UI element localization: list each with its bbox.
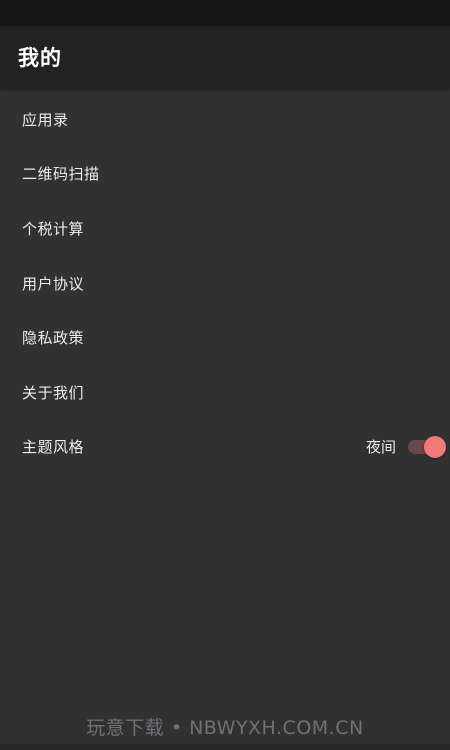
watermark: 玩意下载 • NBWYXH.COM.CN (86, 717, 364, 739)
menu-item-user-agreement[interactable]: 用户协议 (0, 256, 450, 311)
status-bar (0, 0, 450, 26)
night-mode-toggle[interactable] (408, 435, 446, 459)
menu-item-label: 用户协议 (22, 274, 85, 293)
menu-item-theme-style[interactable]: 主题风格 夜间 (0, 420, 450, 475)
menu-item-label: 二维码扫描 (22, 165, 100, 184)
toggle-thumb (424, 435, 446, 458)
menu-item-app-directory[interactable]: 应用录 (0, 92, 450, 147)
menu-item-label: 应用录 (22, 110, 69, 129)
menu-item-label: 隐私政策 (22, 329, 85, 348)
menu-item-tax-calculator[interactable]: 个税计算 (0, 201, 450, 256)
menu-item-label: 关于我们 (22, 383, 85, 402)
theme-mode-label: 夜间 (365, 438, 396, 457)
settings-menu-list: 应用录 二维码扫描 个税计算 用户协议 隐私政策 关于我们 主题风格 夜间 (0, 92, 450, 474)
theme-controls: 夜间 (366, 435, 446, 459)
menu-item-label: 主题风格 (22, 438, 85, 457)
page-title: 我的 (18, 46, 62, 70)
app-bar: 我的 (0, 26, 450, 88)
menu-item-about-us[interactable]: 关于我们 (0, 365, 450, 420)
menu-item-qr-scan[interactable]: 二维码扫描 (0, 147, 450, 202)
bottom-edge (0, 744, 450, 750)
phone-screen: 我的 应用录 二维码扫描 个税计算 用户协议 隐私政策 关于我们 主题风格 夜间 (0, 0, 450, 750)
menu-item-privacy-policy[interactable]: 隐私政策 (0, 310, 450, 365)
menu-item-label: 个税计算 (22, 219, 85, 238)
